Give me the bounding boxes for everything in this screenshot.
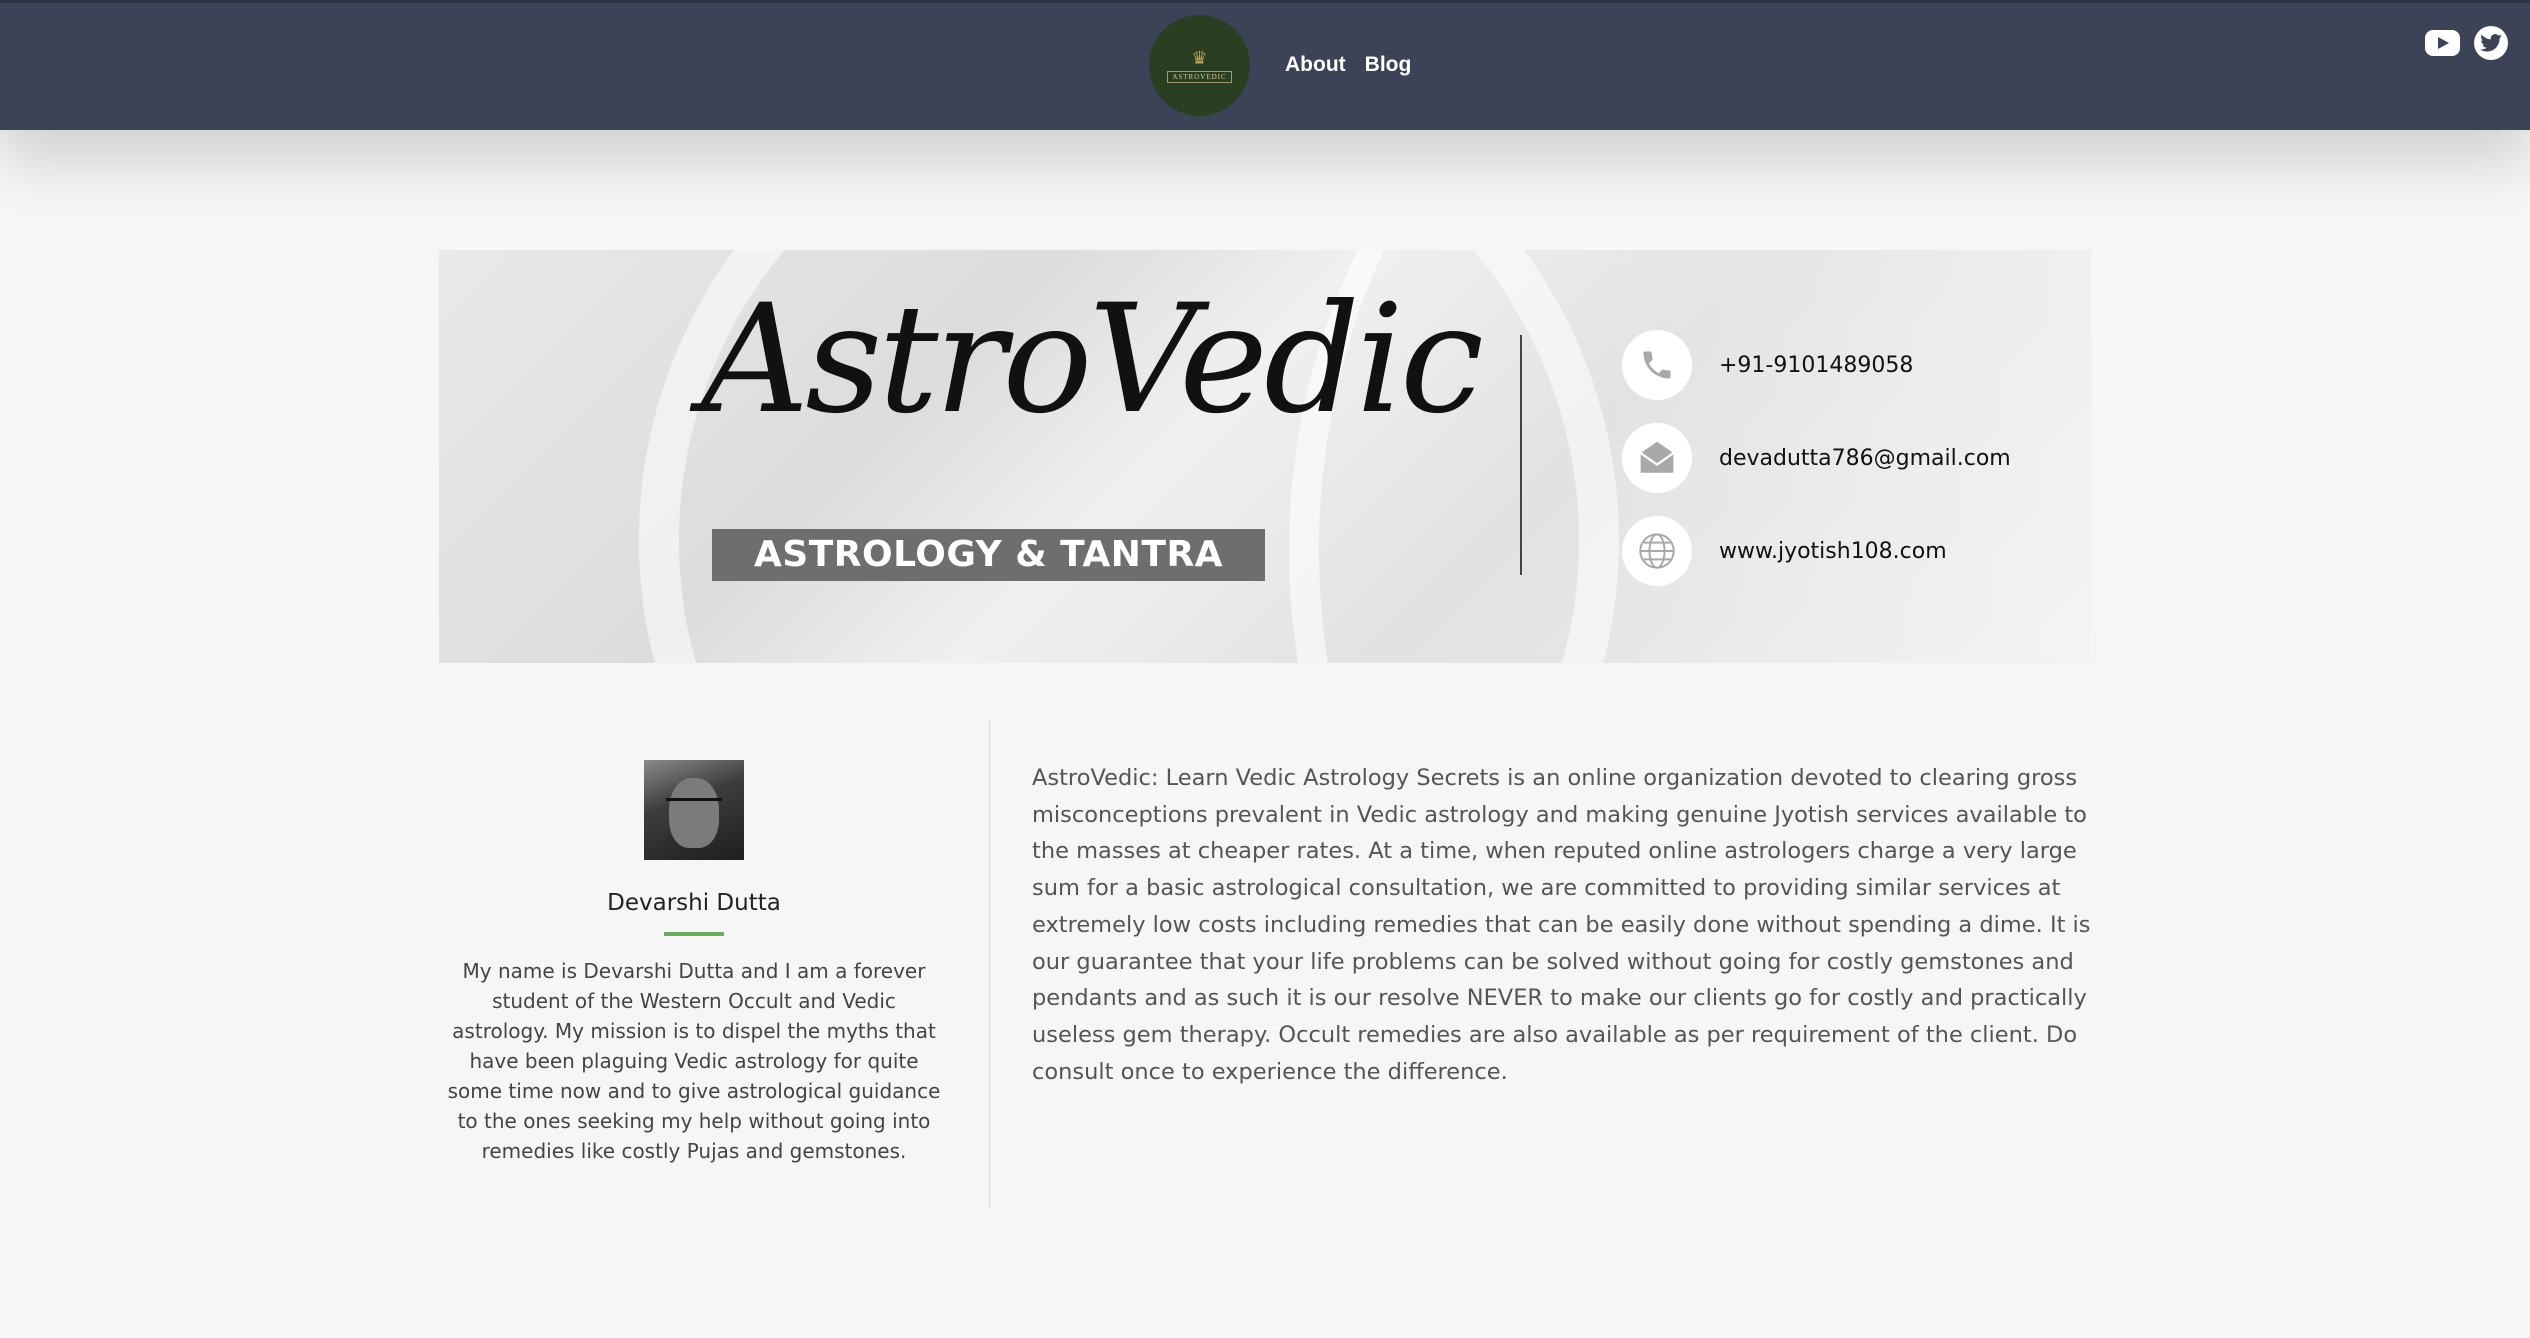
hero-banner: AstroVedic ASTROLOGY & TANTRA +91-910148… — [439, 250, 2091, 663]
mail-icon — [1622, 423, 1692, 493]
contact-email-text[interactable]: devadutta786@gmail.com — [1719, 446, 2011, 471]
about-paragraph: AstroVedic: Learn Vedic Astrology Secret… — [1032, 765, 2091, 1085]
top-navigation-bar: ♛ ASTROVEDIC About Blog — [0, 0, 2530, 130]
contact-website-text[interactable]: www.jyotish108.com — [1719, 539, 1947, 564]
twitter-icon[interactable] — [2474, 26, 2508, 60]
author-name: Devarshi Dutta — [607, 890, 781, 916]
contact-phone: +91-9101489058 — [1622, 330, 1913, 400]
content-divider — [989, 719, 990, 1208]
social-links — [2425, 26, 2508, 60]
logo-text: ASTROVEDIC — [1167, 70, 1232, 83]
banner-divider — [1520, 335, 1522, 575]
main-nav: About Blog — [1285, 53, 1411, 77]
author-bio: My name is Devarshi Dutta and I am a for… — [447, 959, 941, 1163]
youtube-icon[interactable] — [2425, 30, 2460, 56]
author-name-underline — [664, 932, 724, 936]
brand-tagline: ASTROLOGY & TANTRA — [712, 529, 1265, 581]
avatar-face — [669, 778, 719, 848]
avatar-glasses — [666, 798, 722, 813]
crown-icon: ♛ — [1191, 47, 1208, 68]
brand-script-title: AstroVedic — [701, 273, 1484, 447]
contact-phone-text[interactable]: +91-9101489058 — [1719, 353, 1913, 378]
site-logo[interactable]: ♛ ASTROVEDIC — [1149, 15, 1250, 116]
contact-email: devadutta786@gmail.com — [1622, 423, 2011, 493]
globe-icon — [1622, 516, 1692, 586]
phone-icon — [1622, 330, 1692, 400]
author-avatar — [644, 760, 744, 860]
nav-link-blog[interactable]: Blog — [1365, 53, 1412, 77]
contact-website: www.jyotish108.com — [1622, 516, 1947, 586]
nav-link-about[interactable]: About — [1285, 53, 1346, 77]
